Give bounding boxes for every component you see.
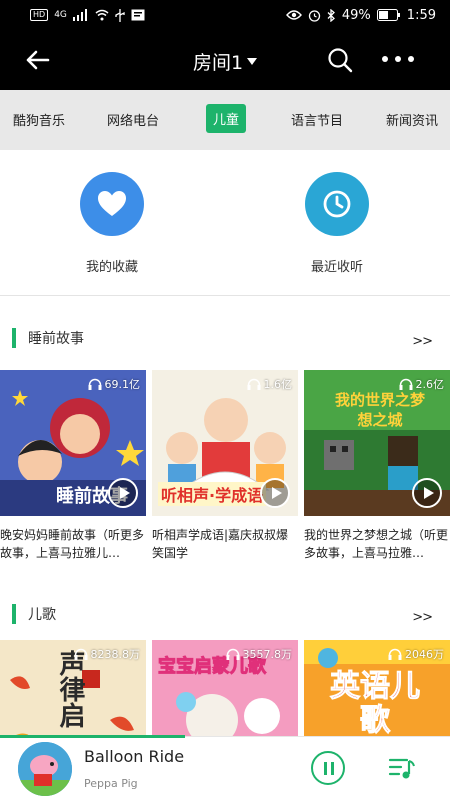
recent-label: 最近收听 xyxy=(310,260,363,275)
play-count-text: 3557.8万 xyxy=(242,648,293,661)
mini-player[interactable]: Balloon Ride Peppa Pig xyxy=(0,735,450,800)
album-title: 我的世界之梦想之城（听更多故事，上喜马拉雅… xyxy=(304,528,449,560)
playlist-icon[interactable] xyxy=(387,753,417,783)
section-title: 睡前故事 xyxy=(28,331,84,347)
headphones-icon xyxy=(74,648,87,660)
wifi-icon xyxy=(95,9,109,21)
section-more-link[interactable]: >> xyxy=(412,610,433,625)
status-left: HD 4G xyxy=(30,8,145,22)
battery-percent: 49% xyxy=(341,7,371,23)
tab-language-programs[interactable]: 语言节目 xyxy=(291,110,343,129)
album-art-text: 我的世界之梦想之城 xyxy=(334,391,425,429)
network-type: 4G xyxy=(54,10,67,20)
section-header-songs: 儿歌 >> xyxy=(0,598,450,638)
tab-kids[interactable]: 儿童 xyxy=(206,104,247,133)
album-cover[interactable] xyxy=(18,742,72,796)
eye-icon xyxy=(285,10,302,20)
play-count-text: 1.6亿 xyxy=(263,378,293,391)
play-count: 8238.8万 xyxy=(74,646,141,662)
alarm-icon xyxy=(308,9,321,22)
room-title: 房间1 xyxy=(192,52,244,74)
album-card[interactable]: 我的世界之梦想之城 2.6亿 我的世界之梦想之城（听更多故事，上喜马拉雅… xyxy=(304,370,450,562)
play-count: 3557.8万 xyxy=(226,646,293,662)
battery-icon xyxy=(376,9,400,21)
clock-time: 1:59 xyxy=(406,7,436,23)
heart-icon xyxy=(98,191,126,216)
search-icon[interactable] xyxy=(326,46,354,74)
tab-kugou-music[interactable]: 酷狗音乐 xyxy=(13,110,65,129)
play-count-text: 2.6亿 xyxy=(415,378,445,391)
recent-circle xyxy=(305,172,369,236)
message-icon xyxy=(131,9,145,21)
play-count: 1.6亿 xyxy=(247,376,293,392)
album-card[interactable]: 听相声·学成语 1.6亿 听相声学成语|嘉庆叔叔爆笑国学 xyxy=(152,370,298,562)
play-count: 2.6亿 xyxy=(399,376,445,392)
caret-down-icon xyxy=(247,58,258,65)
hd-indicator: HD xyxy=(30,9,49,21)
album-art-text: 听相声·学成语 xyxy=(158,482,267,506)
favorites-label: 我的收藏 xyxy=(85,260,138,275)
album-title: 晚安妈妈睡前故事（听更多故事，上喜马拉雅儿… xyxy=(0,528,145,560)
recent-entry[interactable]: 最近收听 xyxy=(282,172,392,275)
section-accent-bar xyxy=(12,328,16,348)
quick-entries: 我的收藏 最近收听 xyxy=(0,150,450,296)
peppa-pig-cover-art xyxy=(18,742,72,796)
more-options-icon[interactable] xyxy=(382,52,418,66)
song-title: Balloon Ride xyxy=(84,747,185,766)
play-count-text: 8238.8万 xyxy=(90,648,141,661)
play-button[interactable] xyxy=(108,478,138,508)
status-bar: HD 4G 49% 1:59 xyxy=(0,0,450,30)
headphones-icon xyxy=(399,378,412,390)
app-header: 房间1 xyxy=(0,30,450,90)
tab-internet-radio[interactable]: 网络电台 xyxy=(107,110,159,129)
pause-button[interactable] xyxy=(311,751,345,785)
headphones-icon xyxy=(247,378,260,390)
album-thumbnail: 我的世界之梦想之城 2.6亿 xyxy=(304,370,450,516)
signal-icon xyxy=(72,9,87,21)
app-root: HD 4G 49% 1:59 房间1 酷狗音乐 网络电台 儿童 语言节目 新闻资 xyxy=(0,0,450,800)
section-title: 儿歌 xyxy=(28,607,56,623)
favorites-circle xyxy=(80,172,144,236)
playback-progress-bar xyxy=(0,735,185,738)
play-count-text: 69.1亿 xyxy=(104,378,141,391)
headphones-icon xyxy=(88,378,101,390)
favorites-entry[interactable]: 我的收藏 xyxy=(57,172,167,275)
usb-icon xyxy=(115,8,125,22)
album-card[interactable]: 睡前故事 69.1亿 晚安妈妈睡前故事（听更多故事，上喜马拉雅儿… xyxy=(0,370,146,562)
play-count: 2046万 xyxy=(388,646,444,662)
album-thumbnail: 睡前故事 69.1亿 xyxy=(0,370,146,516)
play-count-text: 2046万 xyxy=(405,648,444,661)
clock-icon xyxy=(323,190,351,218)
bluetooth-icon xyxy=(327,8,335,22)
section-header-bedtime: 睡前故事 >> xyxy=(0,322,450,362)
section-more-link[interactable]: >> xyxy=(412,334,433,349)
category-tabs: 酷狗音乐 网络电台 儿童 语言节目 新闻资讯 xyxy=(0,90,450,150)
album-thumbnail: 听相声·学成语 1.6亿 xyxy=(152,370,298,516)
song-artist: Peppa Pig xyxy=(84,777,138,790)
play-count: 69.1亿 xyxy=(88,376,141,392)
status-right: 49% 1:59 xyxy=(285,7,436,23)
play-button[interactable] xyxy=(412,478,442,508)
headphones-icon xyxy=(388,648,402,660)
play-button[interactable] xyxy=(260,478,290,508)
tab-news[interactable]: 新闻资讯 xyxy=(386,110,438,129)
album-title: 听相声学成语|嘉庆叔叔爆笑国学 xyxy=(152,528,289,560)
album-art-text: 英语儿歌 xyxy=(330,669,421,738)
section-accent-bar xyxy=(12,604,16,624)
headphones-icon xyxy=(226,648,239,660)
